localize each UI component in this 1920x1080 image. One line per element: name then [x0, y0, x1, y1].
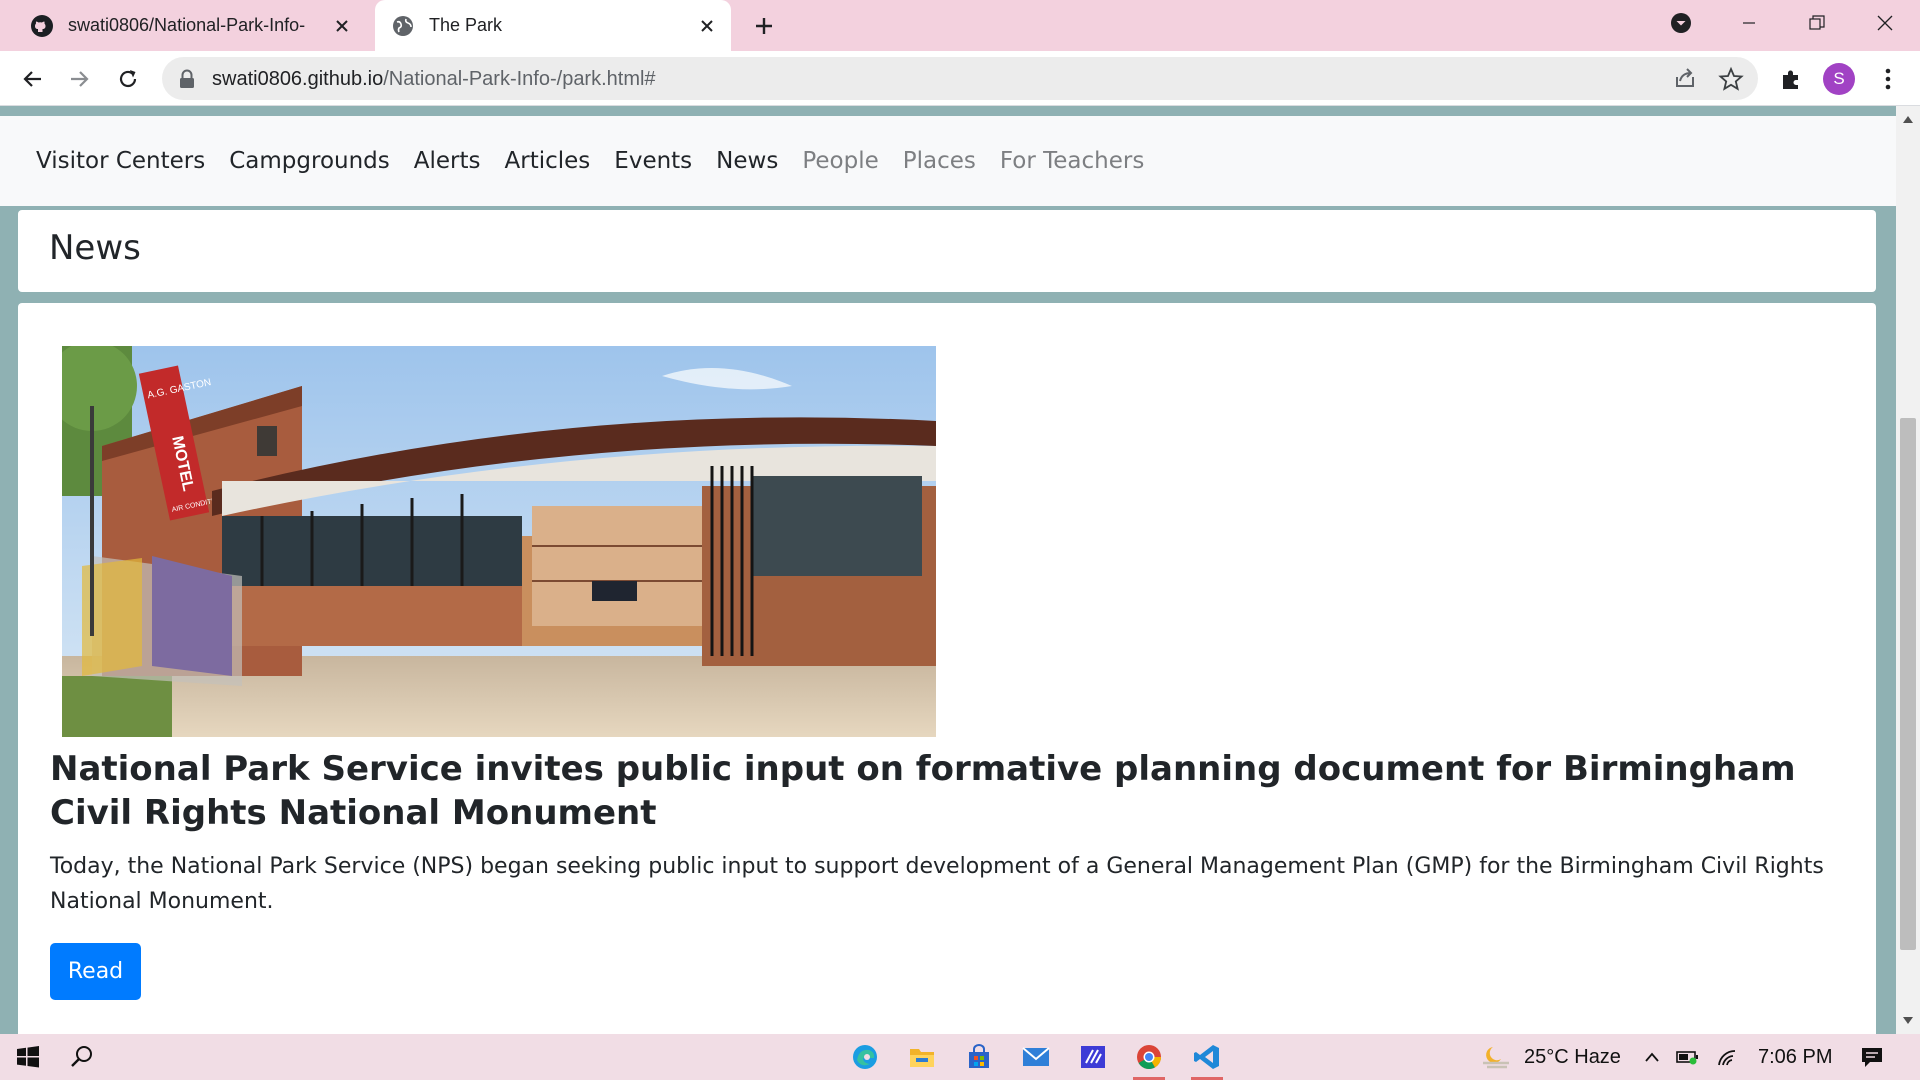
- tab-title: The Park: [429, 15, 503, 35]
- lock-icon: [178, 69, 196, 89]
- mail-icon[interactable]: [1014, 1034, 1058, 1080]
- new-tab-button[interactable]: [748, 10, 780, 42]
- windows-start-icon[interactable]: [6, 1034, 50, 1080]
- nav-link-places[interactable]: Places: [903, 148, 976, 174]
- close-window-icon[interactable]: [1856, 0, 1914, 46]
- site-navbar: Visitor Centers Campgrounds Alerts Artic…: [0, 116, 1896, 206]
- section-title: News: [49, 228, 141, 268]
- restore-icon[interactable]: [1788, 0, 1846, 46]
- powerapps-icon[interactable]: [1071, 1034, 1115, 1080]
- forward-icon[interactable]: [62, 61, 98, 97]
- url-host: swati0806.github.io: [212, 68, 384, 90]
- weather-icon[interactable]: [1476, 1034, 1516, 1080]
- chrome-icon[interactable]: [1125, 1034, 1173, 1080]
- nav-link-people[interactable]: People: [802, 148, 878, 174]
- nav-link-news[interactable]: News: [716, 148, 778, 174]
- scrollbar-thumb[interactable]: [1900, 418, 1916, 950]
- browser-toolbar: swati0806.github.io/National-Park-Info-/…: [0, 51, 1920, 106]
- back-icon[interactable]: [14, 61, 50, 97]
- tab-the-park[interactable]: The Park: [375, 0, 731, 51]
- read-button[interactable]: Read: [50, 943, 141, 1000]
- profile-avatar[interactable]: S: [1823, 63, 1855, 95]
- nav-link-events[interactable]: Events: [614, 148, 692, 174]
- wifi-icon[interactable]: [1712, 1034, 1742, 1080]
- page-scrollbar[interactable]: [1896, 106, 1920, 1034]
- bookmark-star-icon[interactable]: [1718, 66, 1744, 92]
- tab-github[interactable]: swati0806/National-Park-Info-: [14, 0, 366, 51]
- reload-icon[interactable]: [110, 61, 146, 97]
- tab-search-button[interactable]: [1652, 0, 1710, 46]
- news-image: A.G. GASTON MOTEL AIR CONDITIONED: [62, 346, 936, 737]
- close-tab-icon[interactable]: [328, 12, 356, 40]
- edge-icon[interactable]: [843, 1034, 887, 1080]
- windows-taskbar: 25°C Haze 7:06 PM: [0, 1034, 1920, 1080]
- battery-icon[interactable]: [1673, 1034, 1703, 1080]
- scroll-down-arrow-icon[interactable]: [1903, 1017, 1913, 1024]
- address-bar[interactable]: swati0806.github.io/National-Park-Info-/…: [162, 57, 1758, 100]
- notifications-icon[interactable]: [1852, 1034, 1892, 1080]
- search-icon[interactable]: [60, 1034, 104, 1080]
- extensions-icon[interactable]: [1773, 61, 1809, 97]
- minimize-icon[interactable]: [1720, 0, 1778, 46]
- chevron-up-icon[interactable]: [1640, 1034, 1664, 1080]
- file-explorer-icon[interactable]: [900, 1034, 944, 1080]
- news-section-header: News: [18, 210, 1876, 292]
- globe-icon: [391, 14, 415, 38]
- tab-strip: swati0806/National-Park-Info- The Park: [0, 0, 1920, 51]
- news-card: A.G. GASTON MOTEL AIR CONDITIONED Nation…: [18, 303, 1876, 1034]
- nav-link-articles[interactable]: Articles: [505, 148, 591, 174]
- vscode-icon[interactable]: [1183, 1034, 1231, 1080]
- scroll-up-arrow-icon[interactable]: [1903, 116, 1913, 123]
- weather-text[interactable]: 25°C Haze: [1524, 1034, 1621, 1080]
- nav-link-alerts[interactable]: Alerts: [414, 148, 481, 174]
- share-icon[interactable]: [1672, 66, 1698, 92]
- github-icon: [30, 14, 54, 38]
- news-article-title: National Park Service invites public inp…: [50, 749, 1796, 833]
- nav-link-for-teachers[interactable]: For Teachers: [1000, 148, 1144, 174]
- nav-link-visitor-centers[interactable]: Visitor Centers: [36, 148, 205, 174]
- menu-kebab-icon[interactable]: [1870, 61, 1906, 97]
- clock-time[interactable]: 7:06 PM: [1758, 1034, 1832, 1080]
- close-tab-icon[interactable]: [693, 12, 721, 40]
- store-icon[interactable]: [957, 1034, 1001, 1080]
- page-viewport: Visitor Centers Campgrounds Alerts Artic…: [0, 106, 1896, 1034]
- tab-title: swati0806/National-Park-Info-: [68, 15, 306, 35]
- news-article-summary: Today, the National Park Service (NPS) b…: [50, 854, 1824, 914]
- url-text: swati0806.github.io/National-Park-Info-/…: [212, 68, 656, 91]
- url-path: /National-Park-Info-/park.html#: [383, 68, 656, 90]
- nav-link-campgrounds[interactable]: Campgrounds: [229, 148, 390, 174]
